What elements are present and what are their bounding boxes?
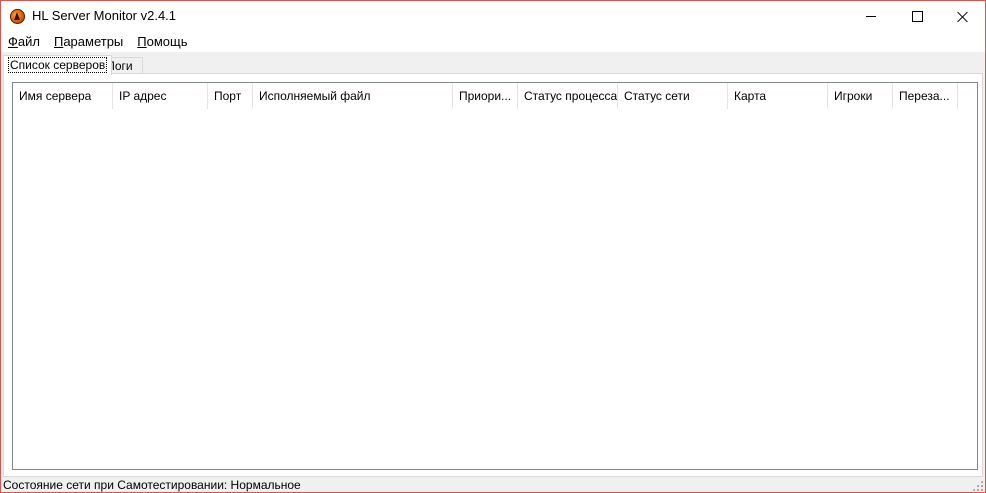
server-list-view[interactable]: Имя сервера IP адрес Порт Исполняемый фа… — [12, 82, 978, 470]
column-header-ip-address[interactable]: IP адрес — [113, 83, 208, 109]
menu-settings-accel: П — [53, 34, 64, 49]
window-title: HL Server Monitor v2.4.1 — [32, 8, 177, 23]
menu-help[interactable]: Помощь — [130, 32, 194, 52]
menu-settings-label: араметры — [63, 34, 124, 49]
menu-file[interactable]: Файл — [1, 32, 47, 52]
app-icon[interactable] — [10, 9, 25, 24]
menu-file-accel: Ф — [8, 34, 18, 49]
list-body[interactable] — [13, 109, 977, 469]
title-bar[interactable]: HL Server Monitor v2.4.1 — [1, 1, 985, 32]
column-header-process-status[interactable]: Статус процесса — [518, 83, 618, 109]
tab-server-list-label: Список серверов — [7, 57, 108, 73]
resize-grip-icon[interactable] — [972, 480, 983, 491]
menu-help-accel: П — [137, 34, 147, 49]
close-button[interactable] — [940, 1, 985, 32]
column-header-executable[interactable]: Исполняемый файл — [253, 83, 453, 109]
menu-help-label: омощь — [146, 34, 188, 49]
column-header-players[interactable]: Игроки — [828, 83, 893, 109]
list-header: Имя сервера IP адрес Порт Исполняемый фа… — [13, 83, 958, 109]
menu-settings[interactable]: Параметры — [47, 32, 130, 52]
tab-server-list[interactable]: Список серверов — [3, 55, 113, 75]
minimize-button[interactable] — [848, 1, 894, 32]
server-list-page: Имя сервера IP адрес Порт Исполняемый фа… — [3, 73, 983, 477]
column-header-priority[interactable]: Приори... — [453, 83, 518, 109]
menu-bar: Файл Параметры Помощь — [1, 32, 985, 52]
status-bar: Состояние сети при Самотестировании: Нор… — [1, 477, 985, 492]
main-window: HL Server Monitor v2.4.1 Файл Параметры … — [0, 0, 986, 493]
maximize-icon — [911, 11, 923, 22]
maximize-button[interactable] — [894, 1, 940, 32]
minimize-icon — [866, 16, 876, 17]
status-text: Состояние сети при Самотестировании: Нор… — [3, 478, 301, 492]
close-icon — [957, 11, 969, 23]
column-header-restart[interactable]: Переза... — [893, 83, 958, 109]
column-header-port[interactable]: Порт — [208, 83, 253, 109]
tab-strip: Список серверов Логи — [1, 52, 985, 75]
column-header-server-name[interactable]: Имя сервера — [13, 83, 113, 109]
menu-file-label: айл — [17, 34, 40, 49]
column-header-network-status[interactable]: Статус сети — [618, 83, 728, 109]
column-header-map[interactable]: Карта — [728, 83, 828, 109]
